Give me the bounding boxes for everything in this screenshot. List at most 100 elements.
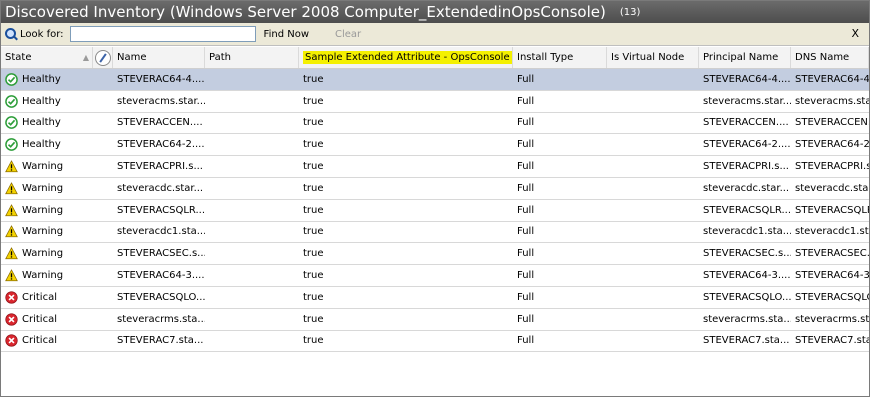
state-cell: Healthy — [1, 116, 93, 130]
sample-attribute-cell: true — [303, 335, 324, 347]
state-label: Healthy — [22, 139, 61, 151]
state-cell: Warning — [1, 160, 93, 173]
state-cell: Critical — [1, 334, 93, 348]
principal-name-cell: STEVERACSEC.s... — [703, 248, 791, 260]
install-type-cell: Full — [517, 313, 535, 325]
name-cell: STEVERACPRI.s... — [117, 161, 203, 173]
state-label: Critical — [22, 291, 57, 303]
state-cell: Warning — [1, 247, 93, 260]
dns-name-cell: STEVERAC7.sta... — [795, 335, 869, 347]
sample-attribute-cell: true — [303, 204, 324, 216]
look-for-label: Look for: — [20, 28, 64, 40]
table-row[interactable]: Warning STEVERACSEC.s... true Full STEVERACS… — [1, 243, 869, 266]
dns-name-cell: STEVERAC64-3... — [795, 270, 869, 282]
dns-name-cell: STEVERAC64-4... — [795, 73, 869, 85]
critical-icon — [5, 291, 22, 304]
principal-name-cell: STEVERAC64-2.... — [703, 139, 791, 151]
table-row[interactable]: Critical steveracrms.sta... true Full stever… — [1, 309, 869, 331]
table-row[interactable]: Healthy STEVERACCEN.... true Full STEVERACCE… — [1, 113, 869, 135]
clear-button[interactable]: Clear — [331, 29, 365, 40]
table-row[interactable]: Healthy STEVERAC64-4.... true Full STEVERAC6… — [1, 69, 869, 91]
sample-attribute-cell: true — [303, 161, 324, 173]
state-label: Warning — [22, 270, 64, 282]
close-search-button[interactable]: X — [851, 27, 859, 40]
grid-rows: Healthy STEVERAC64-4.... true Full STEVERAC6… — [1, 69, 869, 353]
principal-name-cell: STEVERAC64-3.... — [703, 270, 791, 282]
state-label: Healthy — [22, 95, 61, 107]
warning-icon — [5, 182, 22, 195]
grid-header: State ▲ Name Path Sample Extended Attribu… — [1, 47, 869, 69]
install-type-cell: Full — [517, 248, 535, 260]
dns-name-cell: STEVERACCEN.... — [795, 117, 869, 129]
search-toolbar: Look for: Find Now Clear X — [1, 23, 869, 46]
install-type-cell: Full — [517, 95, 535, 107]
column-header-principal-name[interactable]: Principal Name — [699, 47, 791, 68]
state-cell: Healthy — [1, 73, 93, 86]
table-row[interactable]: Warning steveracdc1.sta... true Full stevera… — [1, 222, 869, 244]
highlighted-column-label: Sample Extended Attribute - OpsConsole — [303, 51, 512, 64]
table-row[interactable]: Healthy steveracms.star... true Full stevera… — [1, 91, 869, 113]
dns-name-cell: STEVERACSEC.s... — [795, 248, 869, 260]
state-label: Warning — [22, 204, 64, 216]
dns-name-cell: STEVERACSQLO... — [795, 291, 869, 303]
dns-name-cell: STEVERACSQLR... — [795, 204, 869, 216]
state-label: Healthy — [22, 73, 61, 85]
column-header-install-type[interactable]: Install Type — [513, 47, 607, 68]
warning-icon — [5, 247, 22, 260]
warning-icon — [5, 269, 22, 282]
name-cell: STEVERAC7.sta... — [117, 335, 204, 347]
sample-attribute-cell: true — [303, 313, 324, 325]
state-cell: Warning — [1, 182, 93, 195]
state-label: Critical — [22, 313, 57, 325]
column-header-sample-attribute[interactable]: Sample Extended Attribute - OpsConsole — [299, 47, 513, 68]
critical-icon — [5, 313, 22, 326]
principal-name-cell: STEVERACSQLR... — [703, 204, 791, 216]
warning-icon — [5, 225, 22, 238]
principal-name-cell: STEVERAC7.sta... — [703, 335, 790, 347]
install-type-cell: Full — [517, 161, 535, 173]
sample-attribute-cell: true — [303, 270, 324, 282]
sample-attribute-cell: true — [303, 95, 324, 107]
name-cell: steveracdc.star... — [117, 182, 204, 194]
install-type-cell: Full — [517, 335, 535, 347]
state-cell: Healthy — [1, 94, 93, 108]
table-row[interactable]: Critical STEVERACSQLO... true Full STEVERACS… — [1, 287, 869, 309]
search-input[interactable] — [69, 26, 256, 42]
sample-attribute-cell: true — [303, 182, 324, 194]
state-label: Warning — [22, 161, 64, 173]
find-now-button[interactable]: Find Now — [260, 29, 313, 40]
sample-attribute-cell: true — [303, 73, 324, 85]
title-bar: Discovered Inventory (Windows Server 200… — [1, 1, 869, 23]
table-row[interactable]: Warning steveracdc.star... true Full stevera… — [1, 178, 869, 200]
table-row[interactable]: Warning STEVERACSQLR... true Full STEVERACSQ… — [1, 200, 869, 222]
table-row[interactable]: Healthy STEVERAC64-2.... true Full STEVERAC6… — [1, 134, 869, 157]
healthy-icon — [5, 73, 22, 86]
state-cell: Critical — [1, 291, 93, 304]
install-type-cell: Full — [517, 73, 535, 85]
healthy-icon — [5, 94, 22, 108]
sample-attribute-cell: true — [303, 248, 324, 260]
table-row[interactable]: Critical STEVERAC7.sta... true Full STEVERAC… — [1, 331, 869, 353]
column-header-path[interactable]: Path — [205, 47, 299, 68]
name-cell: STEVERACCEN.... — [117, 117, 203, 129]
name-cell: steveracdc1.sta... — [117, 226, 205, 238]
dns-name-cell: STEVERAC64-2... — [795, 139, 869, 151]
install-type-cell: Full — [517, 139, 535, 151]
inventory-grid: State ▲ Name Path Sample Extended Attribu… — [1, 47, 869, 353]
column-header-name[interactable]: Name — [113, 47, 205, 68]
column-header-dns-name[interactable]: DNS Name — [791, 47, 869, 68]
principal-name-cell: steveracdc.star... — [703, 182, 790, 194]
name-cell: STEVERACSQLR... — [117, 204, 205, 216]
dns-name-cell: steveracrms.sta... — [795, 313, 869, 325]
principal-name-cell: steveracrms.sta... — [703, 313, 791, 325]
name-cell: STEVERAC64-3.... — [117, 270, 205, 282]
critical-icon — [5, 334, 22, 348]
table-row[interactable]: Warning STEVERAC64-3.... true Full STEVERAC6… — [1, 265, 869, 287]
dns-name-cell: steveracdc1.sta... — [795, 226, 869, 238]
column-header-tools[interactable] — [93, 47, 113, 68]
dns-name-cell: steveracms.sta... — [795, 95, 869, 107]
table-row[interactable]: Warning STEVERACPRI.s... true Full STEVERACP… — [1, 156, 869, 178]
principal-name-cell: STEVERACSQLO... — [703, 291, 791, 303]
column-header-state[interactable]: State ▲ — [1, 47, 93, 68]
column-header-is-virtual[interactable]: Is Virtual Node — [607, 47, 699, 68]
